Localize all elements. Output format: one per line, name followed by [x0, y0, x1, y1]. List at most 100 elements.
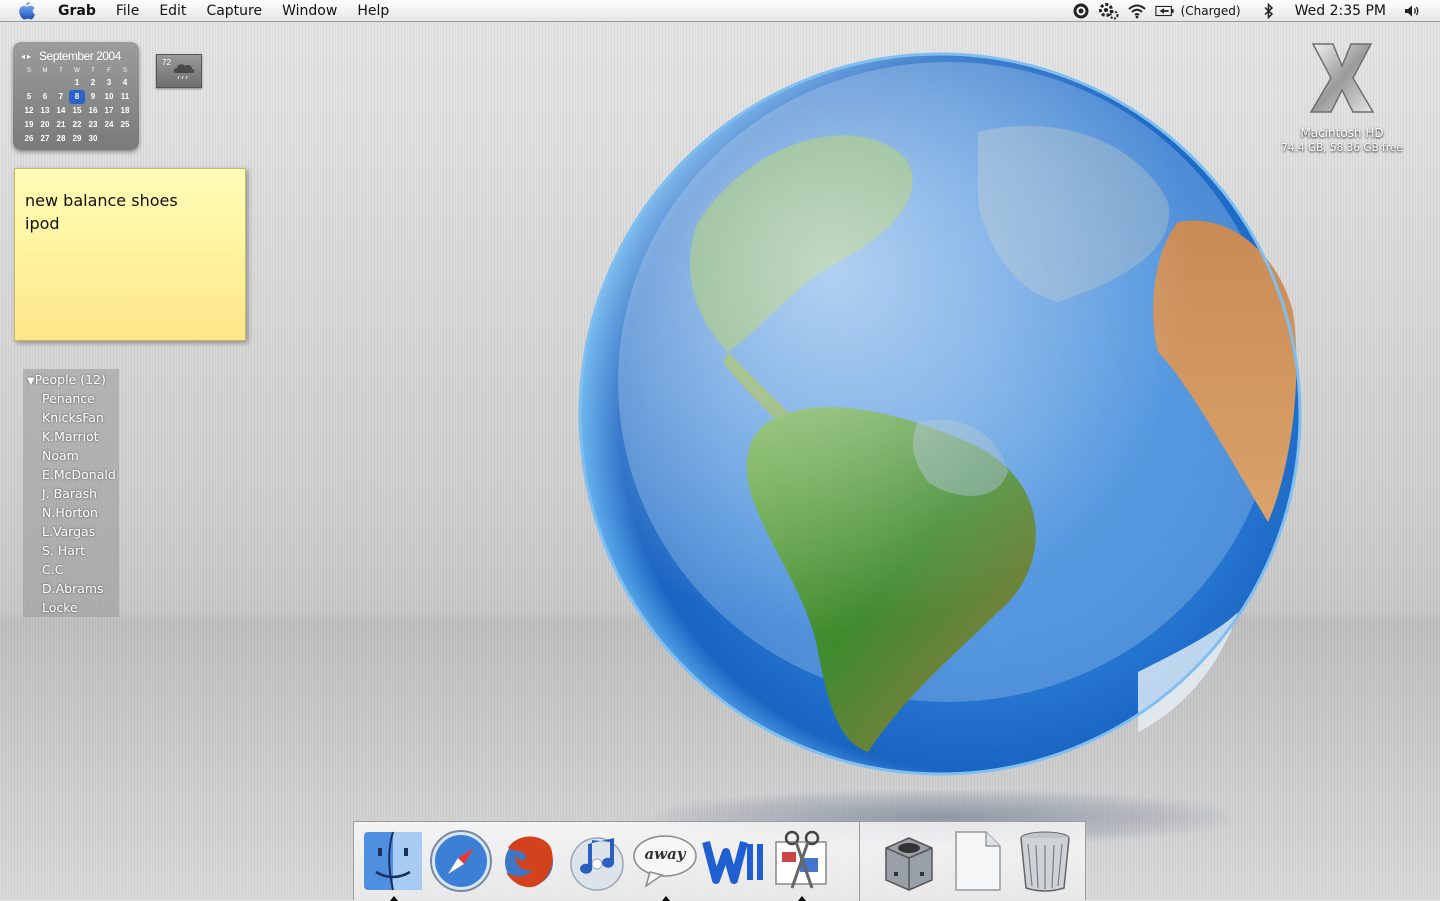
volume-icon[interactable] — [1402, 2, 1422, 20]
calendar-day[interactable]: 25 — [117, 118, 133, 132]
dock-away-chat[interactable]: away — [632, 828, 698, 901]
calendar-day[interactable]: 17 — [101, 104, 117, 118]
buddy-item[interactable]: Noam — [23, 446, 119, 465]
battery-icon[interactable] — [1154, 2, 1175, 20]
calendar-day[interactable]: 8 — [69, 90, 85, 104]
menu-edit[interactable]: Edit — [149, 0, 196, 22]
calendar-day[interactable]: 12 — [21, 104, 37, 118]
running-indicator — [390, 896, 398, 901]
dock-divider — [859, 822, 860, 901]
buddy-item[interactable]: E.McDonald — [23, 465, 119, 484]
menubar-clock[interactable]: Wed 2:35 PM — [1295, 3, 1386, 19]
buddy-item[interactable]: N.Horton — [23, 503, 119, 522]
buddy-item[interactable]: L.Vargas — [23, 522, 119, 541]
calendar-day[interactable]: 6 — [37, 90, 53, 104]
month-nav-arrows-icon[interactable]: ◂▸ — [21, 52, 33, 61]
buddy-item[interactable]: J. Barash — [23, 484, 119, 503]
calendar-day — [117, 132, 133, 146]
mac-os-x-drive-icon — [1309, 43, 1375, 113]
calendar-day[interactable]: 30 — [85, 132, 101, 146]
calendar-day[interactable]: 3 — [101, 76, 117, 90]
menu-window[interactable]: Window — [272, 0, 347, 22]
dock-word[interactable] — [700, 828, 766, 894]
calendar-day — [37, 76, 53, 90]
trash-icon — [1020, 831, 1070, 892]
script-menu-icon[interactable] — [1098, 2, 1119, 20]
rain-cloud-icon — [173, 64, 195, 80]
battery-status: (Charged) — [1180, 3, 1241, 18]
calendar-day[interactable]: 16 — [85, 104, 101, 118]
disclosure-triangle-icon[interactable]: ▼ — [27, 376, 35, 387]
calendar-widget[interactable]: ◂▸ September 2004 S M T W T F S 1 2 3 4 5 6 7 8 9 10 11 12… — [13, 42, 139, 150]
menu-grab[interactable]: Grab — [54, 0, 106, 22]
buddy-item[interactable]: KnicksFan — [23, 408, 119, 427]
note-line-1: new balance shoes — [25, 191, 178, 210]
buddy-item[interactable]: Locke — [23, 598, 119, 617]
away-label: away — [644, 845, 686, 863]
calendar-day[interactable]: 29 — [69, 132, 85, 146]
calendar-day[interactable]: 28 — [53, 132, 69, 146]
weather-widget[interactable]: 72 — [156, 54, 202, 88]
apple-icon[interactable] — [18, 1, 38, 21]
dock-firefox[interactable] — [496, 828, 562, 894]
weather-temperature: 72 — [162, 58, 171, 67]
dock-gamecube[interactable] — [876, 828, 942, 894]
calendar-day[interactable]: 20 — [37, 118, 53, 132]
calendar-day[interactable]: 27 — [37, 132, 53, 146]
buddy-item[interactable]: K.Marriot — [23, 427, 119, 446]
wifi-icon[interactable] — [1127, 2, 1147, 20]
calendar-day[interactable]: 2 — [85, 76, 101, 90]
dock-trash[interactable] — [1012, 828, 1078, 894]
weekday-label: S — [122, 68, 127, 74]
gamecube-icon — [885, 837, 933, 891]
stickies-note[interactable]: new balance shoes ipod — [14, 168, 246, 341]
calendar-day[interactable]: 7 — [53, 90, 69, 104]
menu-capture[interactable]: Capture — [196, 0, 272, 22]
buddy-item[interactable]: C.C — [23, 560, 119, 579]
buddy-group-people[interactable]: ▼People (12) — [23, 369, 119, 389]
calendar-day[interactable]: 11 — [117, 90, 133, 104]
calendar-day[interactable]: 5 — [21, 90, 37, 104]
calendar-day[interactable]: 4 — [117, 76, 133, 90]
dock-grab[interactable] — [768, 828, 834, 901]
menu-bar: Grab File Edit Capture Window Help (Char… — [0, 0, 1440, 22]
weekday-label: T — [59, 68, 63, 74]
running-indicator — [662, 896, 670, 901]
calendar-day — [21, 76, 37, 90]
weekday-label: W — [74, 68, 80, 74]
calendar-day[interactable]: 26 — [21, 132, 37, 146]
calendar-day[interactable]: 15 — [69, 104, 85, 118]
dock: away — [353, 821, 1086, 901]
calendar-day[interactable]: 23 — [85, 118, 101, 132]
calendar-day[interactable]: 10 — [101, 90, 117, 104]
buddy-item[interactable]: S. Hart — [23, 541, 119, 560]
menu-file[interactable]: File — [106, 0, 149, 22]
calendar-day — [101, 132, 117, 146]
calendar-day[interactable]: 13 — [37, 104, 53, 118]
calendar-day[interactable]: 18 — [117, 104, 133, 118]
calendar-day[interactable]: 22 — [69, 118, 85, 132]
calendar-day[interactable]: 14 — [53, 104, 69, 118]
ichat-status-icon[interactable] — [1071, 2, 1091, 20]
dock-safari[interactable] — [428, 828, 494, 894]
menu-help[interactable]: Help — [347, 0, 399, 22]
calendar-day[interactable]: 9 — [85, 90, 101, 104]
calendar-day[interactable]: 1 — [69, 76, 85, 90]
dock-itunes[interactable] — [564, 828, 630, 894]
menu-extras: (Charged) Wed 2:35 PM — [1067, 0, 1440, 22]
weekday-label: M — [42, 68, 48, 74]
calendar-day[interactable]: 19 — [21, 118, 37, 132]
buddy-item[interactable]: D.Abrams — [23, 579, 119, 598]
buddy-item[interactable]: Penance — [23, 389, 119, 408]
word-w-icon — [702, 840, 763, 884]
calendar-day[interactable]: 21 — [53, 118, 69, 132]
grab-scissors-icon — [775, 830, 827, 889]
finder-icon — [364, 831, 422, 891]
earth-globe-wallpaper — [578, 52, 1302, 776]
dock-document[interactable] — [944, 828, 1010, 894]
bluetooth-icon[interactable] — [1259, 2, 1279, 20]
safari-compass-icon — [430, 830, 492, 892]
note-line-2: ipod — [25, 214, 60, 233]
calendar-day[interactable]: 24 — [101, 118, 117, 132]
dock-finder[interactable] — [360, 828, 426, 901]
